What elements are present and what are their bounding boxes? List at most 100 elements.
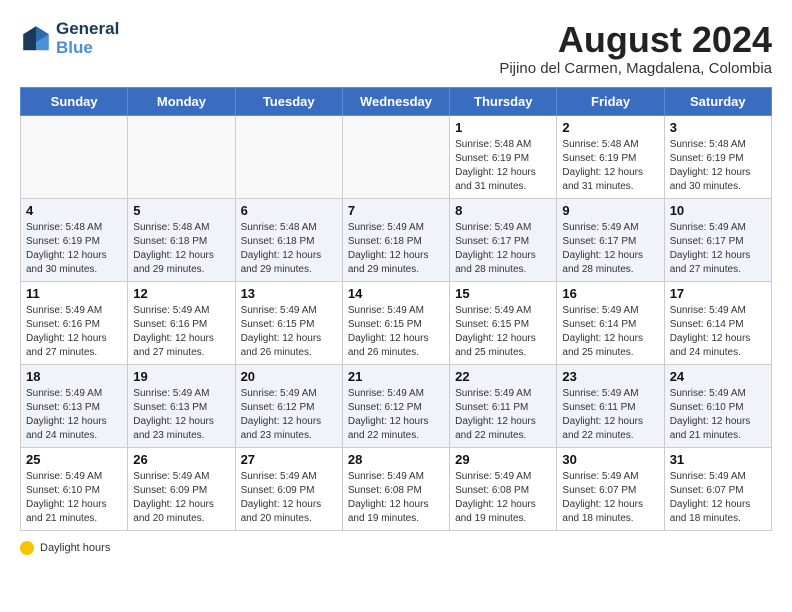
day-info: Sunrise: 5:48 AM Sunset: 6:19 PM Dayligh… [26,221,122,277]
day-number: 11 [26,286,122,301]
calendar-cell [21,115,128,198]
day-of-week-header: Thursday [450,87,557,115]
day-of-week-header: Tuesday [235,87,342,115]
day-number: 13 [241,286,337,301]
day-info: Sunrise: 5:49 AM Sunset: 6:11 PM Dayligh… [455,387,551,443]
day-info: Sunrise: 5:49 AM Sunset: 6:07 PM Dayligh… [562,470,658,526]
calendar-cell [342,115,449,198]
calendar-cell: 25 Sunrise: 5:49 AM Sunset: 6:10 PM Dayli… [21,447,128,530]
day-of-week-header: Saturday [664,87,771,115]
day-info: Sunrise: 5:49 AM Sunset: 6:10 PM Dayligh… [670,387,766,443]
day-info: Sunrise: 5:49 AM Sunset: 6:15 PM Dayligh… [455,304,551,360]
day-number: 8 [455,203,551,218]
calendar-cell: 11Sunrise: 5:49 AM Sunset: 6:16 PM Dayli… [21,281,128,364]
day-number: 17 [670,286,766,301]
day-info: Sunrise: 5:49 AM Sunset: 6:09 PM Dayligh… [241,470,337,526]
logo-icon [20,23,52,55]
day-info: Sunrise: 5:49 AM Sunset: 6:15 PM Dayligh… [348,304,444,360]
day-info: Sunrise: 5:49 AM Sunset: 6:13 PM Dayligh… [133,387,229,443]
day-info: Sunrise: 5:49 AM Sunset: 6:11 PM Dayligh… [562,387,658,443]
day-info: Sunrise: 5:49 AM Sunset: 6:15 PM Dayligh… [241,304,337,360]
calendar-cell: 5Sunrise: 5:48 AM Sunset: 6:18 PM Daylig… [128,198,235,281]
day-number: 27 [241,452,337,467]
calendar-week-row: 11Sunrise: 5:49 AM Sunset: 6:16 PM Dayli… [21,281,772,364]
day-of-week-header: Monday [128,87,235,115]
calendar-cell: 9 Sunrise: 5:49 AM Sunset: 6:17 PM Daylig… [557,198,664,281]
sun-icon [20,541,34,555]
day-info: Sunrise: 5:48 AM Sunset: 6:19 PM Dayligh… [455,138,551,194]
calendar-cell: 3 Sunrise: 5:48 AM Sunset: 6:19 PM Daylig… [664,115,771,198]
month-year: August 2024 [499,20,772,60]
location: Pijino del Carmen, Magdalena, Colombia [499,60,772,77]
day-number: 16 [562,286,658,301]
daylight-label: Daylight hours [40,542,110,554]
calendar-cell: 28Sunrise: 5:49 AM Sunset: 6:08 PM Dayli… [342,447,449,530]
day-info: Sunrise: 5:48 AM Sunset: 6:19 PM Dayligh… [670,138,766,194]
calendar-week-row: 4 Sunrise: 5:48 AM Sunset: 6:19 PM Daylig… [21,198,772,281]
day-number: 15 [455,286,551,301]
calendar-cell: 6Sunrise: 5:48 AM Sunset: 6:18 PM Daylig… [235,198,342,281]
title-block: August 2024 Pijino del Carmen, Magdalena… [499,20,772,77]
day-number: 2 [562,120,658,135]
day-number: 5 [133,203,229,218]
calendar-cell: 20Sunrise: 5:49 AM Sunset: 6:12 PM Dayli… [235,364,342,447]
footer: Daylight hours [20,541,772,555]
calendar-cell: 24 Sunrise: 5:49 AM Sunset: 6:10 PM Dayli… [664,364,771,447]
day-info: Sunrise: 5:49 AM Sunset: 6:17 PM Dayligh… [455,221,551,277]
calendar-cell [235,115,342,198]
day-of-week-header: Wednesday [342,87,449,115]
day-of-week-header: Sunday [21,87,128,115]
calendar-cell: 30 Sunrise: 5:49 AM Sunset: 6:07 PM Dayli… [557,447,664,530]
calendar-cell: 13 Sunrise: 5:49 AM Sunset: 6:15 PM Dayli… [235,281,342,364]
day-number: 19 [133,369,229,384]
calendar-cell: 2 Sunrise: 5:48 AM Sunset: 6:19 PM Daylig… [557,115,664,198]
calendar-cell: 23 Sunrise: 5:49 AM Sunset: 6:11 PM Dayli… [557,364,664,447]
day-info: Sunrise: 5:49 AM Sunset: 6:12 PM Dayligh… [348,387,444,443]
day-info: Sunrise: 5:49 AM Sunset: 6:09 PM Dayligh… [133,470,229,526]
calendar-cell: 16Sunrise: 5:49 AM Sunset: 6:14 PM Dayli… [557,281,664,364]
calendar-week-row: 1Sunrise: 5:48 AM Sunset: 6:19 PM Daylig… [21,115,772,198]
day-number: 26 [133,452,229,467]
calendar-week-row: 25 Sunrise: 5:49 AM Sunset: 6:10 PM Dayli… [21,447,772,530]
day-info: Sunrise: 5:49 AM Sunset: 6:17 PM Dayligh… [670,221,766,277]
calendar-week-row: 18 Sunrise: 5:49 AM Sunset: 6:13 PM Dayli… [21,364,772,447]
day-info: Sunrise: 5:49 AM Sunset: 6:17 PM Dayligh… [562,221,658,277]
day-of-week-header: Friday [557,87,664,115]
day-number: 4 [26,203,122,218]
calendar-cell: 7 Sunrise: 5:49 AM Sunset: 6:18 PM Daylig… [342,198,449,281]
logo-text: General Blue [56,20,119,57]
day-number: 3 [670,120,766,135]
day-number: 9 [562,203,658,218]
day-number: 20 [241,369,337,384]
calendar-cell: 1Sunrise: 5:48 AM Sunset: 6:19 PM Daylig… [450,115,557,198]
day-info: Sunrise: 5:48 AM Sunset: 6:19 PM Dayligh… [562,138,658,194]
day-info: Sunrise: 5:49 AM Sunset: 6:13 PM Dayligh… [26,387,122,443]
day-number: 31 [670,452,766,467]
day-number: 30 [562,452,658,467]
calendar-table: SundayMondayTuesdayWednesdayThursdayFrid… [20,87,772,531]
day-number: 12 [133,286,229,301]
calendar-cell: 14Sunrise: 5:49 AM Sunset: 6:15 PM Dayli… [342,281,449,364]
calendar-cell: 26 Sunrise: 5:49 AM Sunset: 6:09 PM Dayli… [128,447,235,530]
calendar-cell: 21 Sunrise: 5:49 AM Sunset: 6:12 PM Dayli… [342,364,449,447]
day-info: Sunrise: 5:49 AM Sunset: 6:18 PM Dayligh… [348,221,444,277]
day-number: 24 [670,369,766,384]
logo: General Blue [20,20,119,57]
calendar-cell: 8 Sunrise: 5:49 AM Sunset: 6:17 PM Daylig… [450,198,557,281]
calendar-cell: 27 Sunrise: 5:49 AM Sunset: 6:09 PM Dayli… [235,447,342,530]
day-info: Sunrise: 5:49 AM Sunset: 6:14 PM Dayligh… [670,304,766,360]
calendar-cell: 12Sunrise: 5:49 AM Sunset: 6:16 PM Dayli… [128,281,235,364]
day-info: Sunrise: 5:49 AM Sunset: 6:10 PM Dayligh… [26,470,122,526]
day-number: 25 [26,452,122,467]
calendar-cell: 18 Sunrise: 5:49 AM Sunset: 6:13 PM Dayli… [21,364,128,447]
day-number: 10 [670,203,766,218]
page-header: General Blue August 2024 Pijino del Carm… [20,20,772,77]
day-number: 7 [348,203,444,218]
day-number: 21 [348,369,444,384]
calendar-cell: 29Sunrise: 5:49 AM Sunset: 6:08 PM Dayli… [450,447,557,530]
day-number: 23 [562,369,658,384]
day-info: Sunrise: 5:49 AM Sunset: 6:07 PM Dayligh… [670,470,766,526]
day-info: Sunrise: 5:49 AM Sunset: 6:08 PM Dayligh… [348,470,444,526]
calendar-cell: 22Sunrise: 5:49 AM Sunset: 6:11 PM Dayli… [450,364,557,447]
day-number: 18 [26,369,122,384]
